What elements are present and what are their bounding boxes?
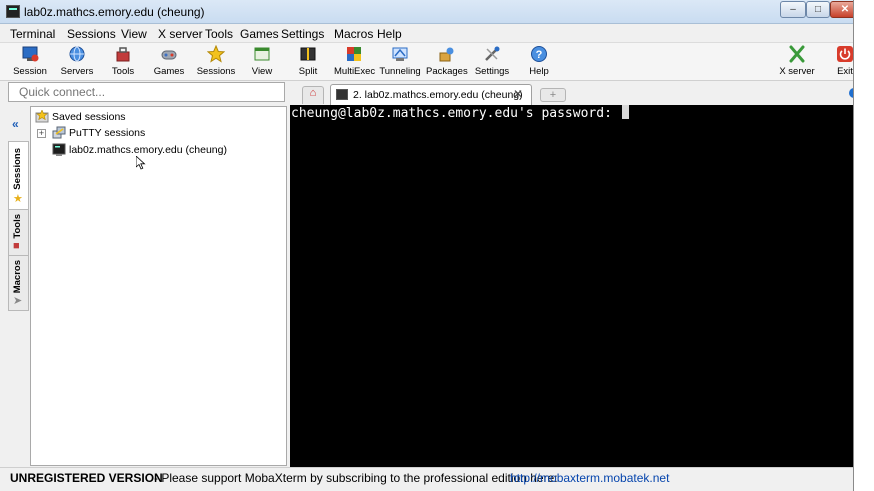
toolbox-icon: ■: [13, 240, 20, 252]
tree-label: PuTTY sessions: [69, 126, 146, 139]
multiexec-button[interactable]: MultiExec: [334, 45, 375, 79]
menu-sessions[interactable]: Sessions: [67, 27, 116, 41]
multiexec-icon: [345, 45, 363, 63]
star-icon: [206, 44, 226, 63]
expand-putty-sessions[interactable]: +: [37, 129, 46, 138]
tree-putty-sessions[interactable]: PuTTY sessions: [52, 126, 145, 142]
mouse-pointer-icon: [136, 156, 146, 170]
ssh-session-icon: [52, 143, 66, 157]
menu-bar: Terminal Sessions View X server Tools Ga…: [0, 24, 853, 43]
menu-macros[interactable]: Macros: [334, 27, 373, 41]
sessions-panel: Saved sessions + PuTTY sessions lab0z.ma…: [30, 106, 287, 466]
window-title: lab0z.mathcs.emory.edu (cheung): [24, 5, 205, 19]
menu-terminal[interactable]: Terminal: [10, 27, 55, 41]
terminal-area[interactable]: cheung@lab0z.mathcs.emory.edu's password…: [290, 105, 853, 467]
sessions-button[interactable]: Sessions: [195, 44, 237, 79]
tab-lab0z[interactable]: 2. lab0z.mathcs.emory.edu (cheung) ✕: [330, 84, 532, 105]
globe-icon: [68, 45, 86, 63]
tree-saved-sessions[interactable]: Saved sessions: [35, 109, 126, 126]
side-tabs: « Sessions ★ Tools ■ Macros ➤: [8, 107, 30, 465]
paper-plane-icon: ➤: [13, 295, 23, 307]
packages-icon: [437, 45, 455, 63]
x-server-button[interactable]: X server: [778, 45, 816, 79]
side-tab-macros[interactable]: Macros ➤: [8, 255, 29, 311]
unregistered-label: UNREGISTERED VERSION: [10, 471, 163, 485]
support-message: - Please support MobaXterm by subscribin…: [154, 471, 558, 485]
putty-icon: [52, 126, 66, 140]
tools-button[interactable]: Tools: [108, 45, 138, 79]
side-tab-sessions[interactable]: Sessions ★: [8, 141, 29, 211]
quick-connect-input[interactable]: [9, 83, 284, 101]
menu-x-server[interactable]: X server: [158, 27, 203, 41]
settings-button[interactable]: Settings: [474, 45, 510, 79]
maximize-button[interactable]: □: [806, 1, 830, 18]
mobaxterm-link[interactable]: http://mobaxterm.mobatek.net: [510, 471, 669, 485]
menu-settings[interactable]: Settings: [281, 27, 324, 41]
monitor-icon: [21, 45, 39, 63]
star-icon: ★: [13, 193, 23, 205]
session-button[interactable]: Session: [12, 45, 48, 79]
svg-text:?: ?: [536, 49, 543, 61]
terminal-output: cheung@lab0z.mathcs.emory.edu's password…: [291, 105, 629, 122]
terminal-tab-icon: [336, 89, 348, 100]
tunneling-button[interactable]: Tunneling: [379, 45, 421, 79]
globe-icon: [849, 88, 853, 98]
servers-button[interactable]: Servers: [58, 45, 96, 79]
password-prompt: cheung@lab0z.mathcs.emory.edu's password…: [291, 106, 620, 121]
split-icon: [299, 45, 317, 63]
title-bar[interactable]: lab0z.mathcs.emory.edu (cheung) – □ ✕: [0, 0, 853, 24]
quick-connect-box: [8, 82, 285, 102]
side-tab-tools[interactable]: Tools ■: [8, 209, 29, 257]
saved-sessions-icon: [35, 109, 49, 124]
home-icon: ⌂: [309, 87, 317, 99]
app-terminal-icon: [6, 5, 20, 18]
exit-button[interactable]: Exit: [834, 45, 853, 79]
view-button[interactable]: View: [248, 45, 276, 79]
tunnel-icon: [391, 45, 409, 63]
x-server-icon: [788, 45, 806, 63]
window-icon: [253, 45, 271, 63]
status-bar: UNREGISTERED VERSION - Please support Mo…: [0, 467, 853, 491]
close-tab-icon[interactable]: ✕: [513, 87, 523, 101]
menu-games[interactable]: Games: [240, 27, 279, 41]
help-icon: ?: [530, 45, 548, 63]
settings-icon: [483, 45, 501, 63]
main-toolbar: Session Servers Tools Games Sessions Vie…: [0, 43, 853, 81]
toolbox-icon: [114, 45, 132, 63]
tree-label: lab0z.mathcs.emory.edu (cheung): [69, 143, 227, 156]
packages-button[interactable]: Packages: [426, 45, 468, 79]
text-cursor: [621, 105, 629, 119]
close-button[interactable]: ✕: [830, 1, 853, 18]
tab-bar: ⌂ 2. lab0z.mathcs.emory.edu (cheung) ✕ +: [290, 84, 853, 105]
minimize-button[interactable]: –: [780, 1, 806, 18]
tree-label: Saved sessions: [52, 110, 126, 123]
new-tab-button[interactable]: +: [540, 88, 566, 102]
menu-help[interactable]: Help: [377, 27, 402, 41]
menu-view[interactable]: View: [121, 27, 147, 41]
menu-tools[interactable]: Tools: [205, 27, 233, 41]
power-icon: [836, 45, 853, 63]
home-tab[interactable]: ⌂: [302, 86, 324, 104]
split-button[interactable]: Split: [296, 45, 320, 79]
app-window: lab0z.mathcs.emory.edu (cheung) – □ ✕ Te…: [0, 0, 854, 491]
collapse-sidebar-icon[interactable]: «: [12, 117, 19, 131]
help-button[interactable]: ? Help: [526, 45, 552, 79]
gamepad-icon: [160, 45, 178, 63]
games-button[interactable]: Games: [152, 45, 186, 79]
